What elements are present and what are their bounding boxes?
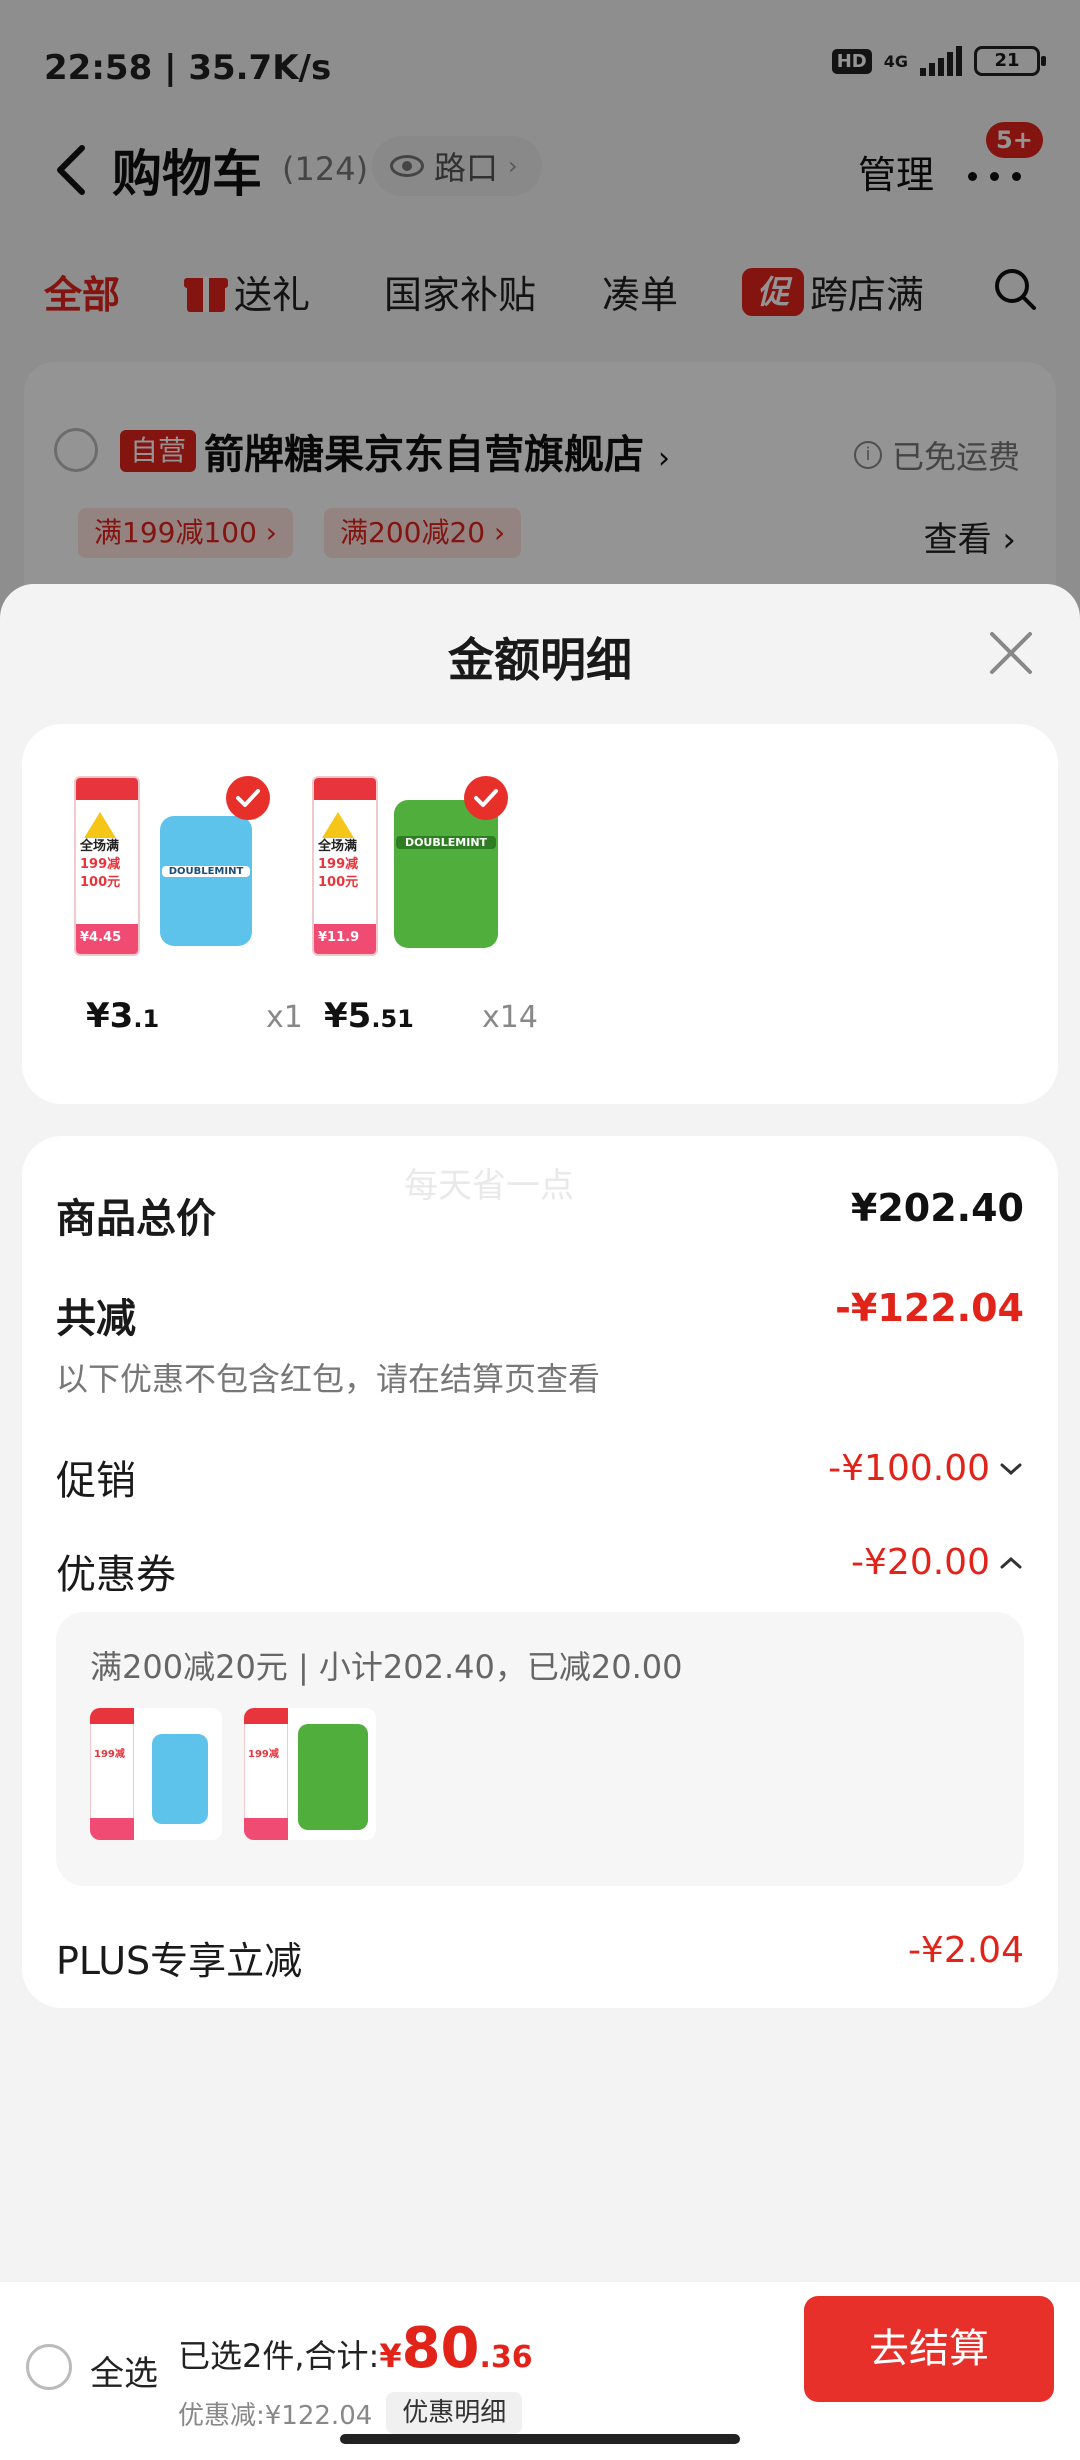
- price-main: ¥5: [324, 996, 372, 1036]
- total-price-label: 商品总价: [56, 1196, 216, 1242]
- checkmark-icon: [464, 776, 508, 820]
- checkmark-icon: [226, 776, 270, 820]
- product-jar: [160, 816, 252, 946]
- select-all-label[interactable]: 全选: [90, 2346, 158, 2395]
- promo-card-art: 全场满 199减 100元 ¥11.9: [312, 776, 378, 956]
- coupon-description: 满200减20元 | 小计202.40，已减20.00: [90, 1648, 683, 1686]
- item-quantity: x1: [266, 1000, 303, 1035]
- art-text: 100元: [318, 875, 359, 890]
- discount-detail-button[interactable]: 优惠明细: [386, 2392, 523, 2434]
- brand-label: DOUBLEMINT: [396, 836, 496, 849]
- total-discount-label: 共减: [56, 1296, 136, 1342]
- art-text: 199减: [248, 1749, 279, 1760]
- chevron-up-icon: [1000, 1556, 1022, 1568]
- art-price-tag: ¥4.45: [76, 924, 138, 954]
- item-price: ¥3.1: [86, 996, 159, 1036]
- total-integer: 80: [401, 2316, 480, 2381]
- price-decimal: .51: [371, 1005, 414, 1033]
- plus-discount-label: PLUS专享立减: [56, 1939, 303, 1983]
- product-jar: [394, 800, 498, 948]
- promo-card-art: 全场满 199减 100元 ¥4.45: [74, 776, 140, 956]
- selected-items-card: 全场满 199减 100元 ¥4.45 DOUBLEMINT ¥3.1 x1 全…: [22, 724, 1058, 1104]
- art-text: 全场满: [80, 839, 120, 854]
- art-text: 199减: [318, 857, 359, 872]
- selected-prefix: 已选2件,合计:: [178, 2337, 380, 2375]
- selected-item[interactable]: 全场满 199减 100元 ¥4.45 DOUBLEMINT ¥3.1 x1: [74, 766, 314, 1066]
- coupon-detail-box: 满200减20元 | 小计202.40，已减20.00 199减 199减: [56, 1612, 1024, 1886]
- art-text: 100元: [80, 875, 121, 890]
- sheet-title: 金额明细: [448, 633, 632, 687]
- discount-summary: 优惠减:¥122.04 优惠明细: [178, 2392, 523, 2434]
- close-icon[interactable]: [986, 628, 1036, 678]
- amount-detail-sheet: 金额明细 全场满 199减 100元 ¥4.45 DOUBLEMINT ¥3.1…: [0, 584, 1080, 2460]
- home-indicator[interactable]: [340, 2434, 740, 2444]
- checkout-button[interactable]: 去结算: [804, 2296, 1054, 2402]
- promotion-row-toggle[interactable]: -¥100.00: [828, 1448, 1024, 1489]
- currency-symbol: ¥: [379, 2337, 402, 2375]
- coupon-value: -¥20.00: [851, 1542, 990, 1583]
- brand-label: DOUBLEMINT: [162, 866, 250, 877]
- coupon-label: 优惠券: [56, 1552, 176, 1598]
- discount-text: 优惠减:¥122.04: [178, 2400, 373, 2431]
- coupon-product-thumb: 199减: [90, 1708, 222, 1840]
- art-text: 全场满: [318, 839, 358, 854]
- total-price-value: ¥202.40: [850, 1186, 1024, 1230]
- price-decimal: .1: [133, 1005, 160, 1033]
- coupon-product-thumb: 199减: [244, 1708, 376, 1840]
- total-decimal: .36: [479, 2340, 533, 2375]
- discount-note: 以下优惠不包含红包，请在结算页查看: [56, 1360, 601, 1398]
- total-discount-value: -¥122.04: [835, 1286, 1024, 1330]
- promotion-label: 促销: [56, 1458, 136, 1504]
- selected-item[interactable]: 全场满 199减 100元 ¥11.9 DOUBLEMINT ¥5.51 x14: [312, 766, 552, 1066]
- chevron-down-icon: [1000, 1463, 1022, 1475]
- coupon-row-toggle[interactable]: -¥20.00: [851, 1542, 1024, 1583]
- item-quantity: x14: [482, 1000, 538, 1035]
- select-all-radio[interactable]: [26, 2344, 72, 2390]
- art-text: 199减: [80, 857, 121, 872]
- price-summary-card: 每天省一点 商品总价 ¥202.40 共减 -¥122.04 以下优惠不包含红包…: [22, 1136, 1058, 2008]
- item-price: ¥5.51: [324, 996, 414, 1036]
- plus-discount-value: -¥2.04: [907, 1930, 1024, 1971]
- art-price-tag: ¥11.9: [314, 924, 376, 954]
- art-text: 199减: [94, 1749, 125, 1760]
- promotion-value: -¥100.00: [828, 1448, 990, 1489]
- selected-total: 已选2件,合计: ¥ 80 .36: [178, 2316, 533, 2381]
- price-main: ¥3: [86, 996, 134, 1036]
- watermark: 每天省一点: [404, 1166, 574, 1206]
